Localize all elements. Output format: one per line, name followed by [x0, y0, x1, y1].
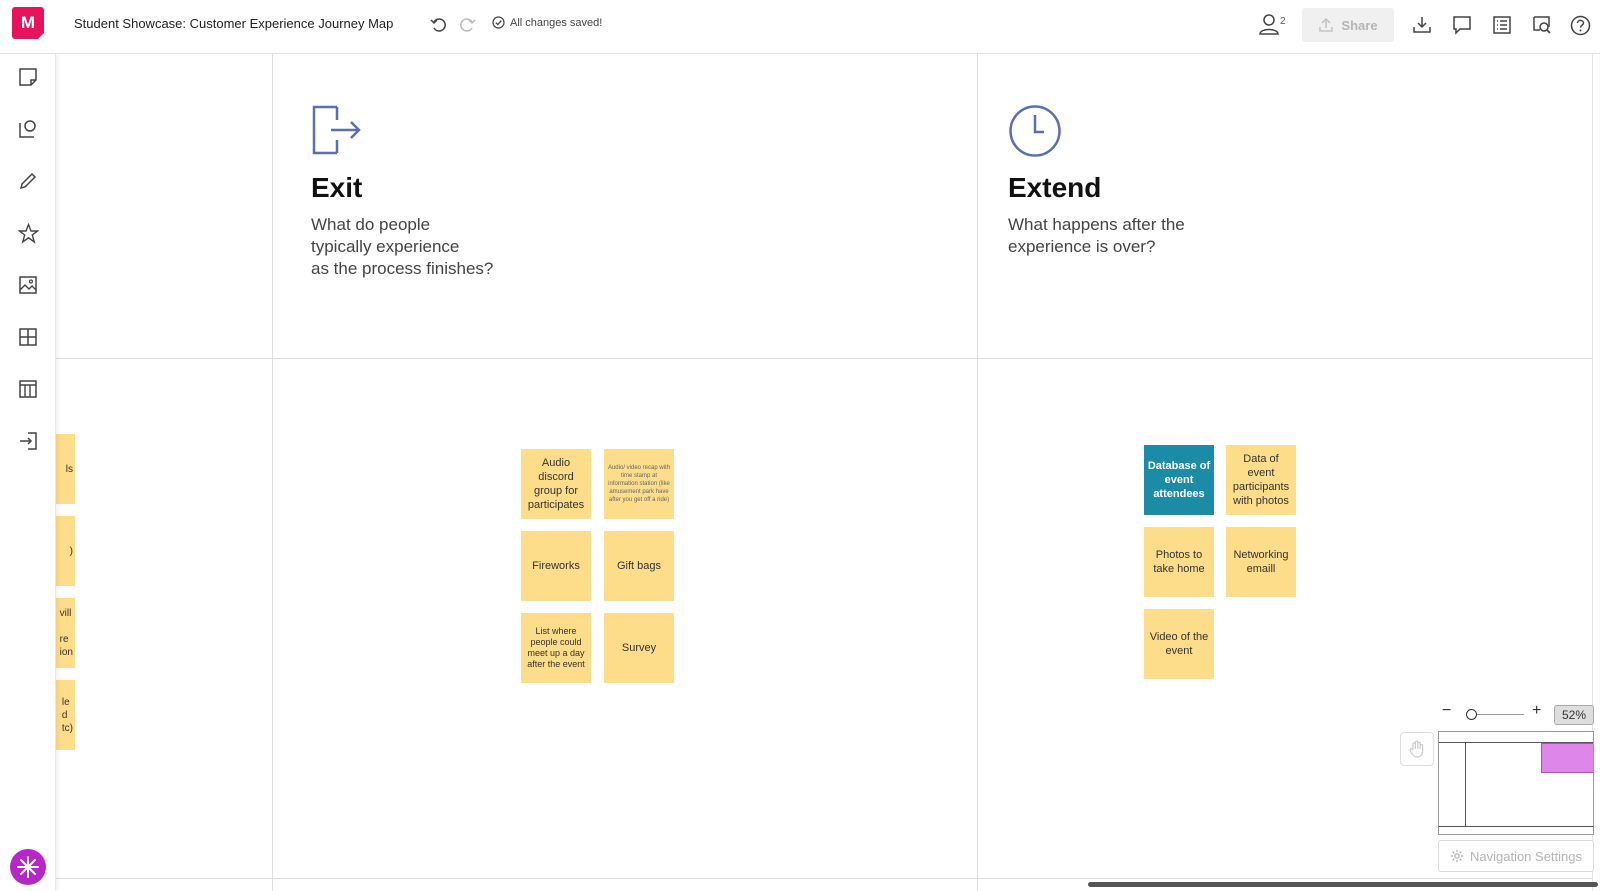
grid-icon[interactable] — [17, 326, 39, 348]
check-circle-icon — [492, 16, 505, 29]
row-divider — [56, 358, 1600, 359]
pan-hand-button[interactable] — [1400, 732, 1434, 766]
collaborators-icon[interactable] — [1258, 13, 1280, 35]
app-window: M Student Showcase: Customer Experience … — [0, 0, 1600, 891]
sticky-note[interactable]: Gift bags — [604, 531, 674, 601]
horizontal-scrollbar-thumb[interactable] — [1088, 882, 1598, 887]
zoom-percent[interactable]: 52% — [1554, 705, 1594, 725]
sticky-note[interactable]: Audio/ video recap with time stamp at in… — [604, 449, 674, 519]
collaborator-count: 2 — [1280, 16, 1286, 27]
comments-icon[interactable] — [1451, 14, 1473, 36]
save-status: All changes saved! — [492, 16, 602, 29]
navigation-settings-button[interactable]: Navigation Settings — [1438, 840, 1594, 872]
star-icon[interactable] — [17, 222, 39, 244]
top-bar: M Student Showcase: Customer Experience … — [0, 0, 1600, 54]
undo-icon[interactable] — [428, 14, 450, 36]
logo-letter: M — [20, 13, 36, 32]
save-status-text: All changes saved! — [510, 16, 603, 29]
exit-icon — [311, 104, 363, 161]
sticky-note[interactable]: Audio discord group for participates — [521, 449, 591, 519]
hand-icon — [1409, 740, 1424, 758]
sticky-note[interactable]: Data of event participants with photos — [1226, 445, 1296, 515]
image-icon[interactable] — [17, 274, 39, 296]
sticky-note-selected[interactable]: Database of event attendees — [1144, 445, 1214, 515]
extend-title: Extend — [1008, 172, 1102, 203]
board-canvas[interactable]: Exit What do people typically experience… — [56, 54, 1600, 891]
table-icon[interactable] — [17, 378, 39, 400]
zoom-slider-track[interactable] — [1470, 714, 1524, 715]
minimap-line — [1439, 826, 1593, 827]
column-divider — [272, 54, 273, 891]
minimap-viewport[interactable] — [1541, 743, 1593, 773]
sticky-note-icon[interactable] — [17, 66, 39, 88]
share-button[interactable]: Share — [1302, 8, 1394, 42]
row-divider — [56, 878, 1600, 879]
extend-description: What happens after the experience is ove… — [1008, 215, 1185, 256]
column-divider — [977, 54, 978, 891]
sticky-note[interactable]: Video of the event — [1144, 609, 1214, 679]
zoom-slider-handle[interactable] — [1466, 709, 1477, 720]
document-title[interactable]: Student Showcase: Customer Experience Jo… — [74, 16, 393, 31]
import-icon[interactable] — [17, 430, 39, 452]
exit-title: Exit — [311, 172, 363, 203]
redo-icon[interactable] — [456, 14, 478, 36]
share-label: Share — [1341, 17, 1378, 33]
zoom-out-button[interactable]: − — [1442, 702, 1451, 720]
search-board-icon[interactable] — [1531, 14, 1553, 36]
sticky-note[interactable]: Photos to take home — [1144, 527, 1214, 597]
minimap[interactable] — [1438, 731, 1594, 835]
navigation-settings-label: Navigation Settings — [1469, 848, 1582, 864]
sticky-note-clipped[interactable]: ) — [56, 516, 75, 586]
sticky-note[interactable]: Survey — [604, 613, 674, 683]
sticky-note[interactable]: Fireworks — [521, 531, 591, 601]
minimap-line — [1465, 742, 1466, 826]
clock-icon — [1008, 104, 1062, 163]
help-icon[interactable] — [1569, 14, 1591, 36]
outline-list-icon[interactable] — [1491, 14, 1513, 36]
sticky-note[interactable]: Networking emaill — [1226, 527, 1296, 597]
pen-icon[interactable] — [17, 170, 39, 192]
tool-sidebar — [0, 54, 56, 891]
sticky-note[interactable]: List where people could meet up a day af… — [521, 613, 591, 683]
sticky-note-clipped[interactable]: vill re ion — [56, 598, 75, 668]
asterisk-logo-icon — [17, 856, 39, 878]
comment-shape-icon[interactable] — [17, 118, 39, 140]
sticky-note-clipped[interactable]: ls — [56, 434, 75, 504]
upload-icon — [1319, 17, 1334, 32]
exit-description: What do people typically experience as t… — [311, 215, 494, 278]
gear-icon — [1450, 849, 1464, 863]
user-avatar[interactable] — [10, 849, 46, 885]
app-logo[interactable]: M — [12, 7, 45, 40]
download-icon[interactable] — [1411, 14, 1433, 36]
zoom-in-button[interactable]: + — [1532, 702, 1541, 720]
sticky-note-clipped[interactable]: le d tc) — [56, 680, 75, 750]
